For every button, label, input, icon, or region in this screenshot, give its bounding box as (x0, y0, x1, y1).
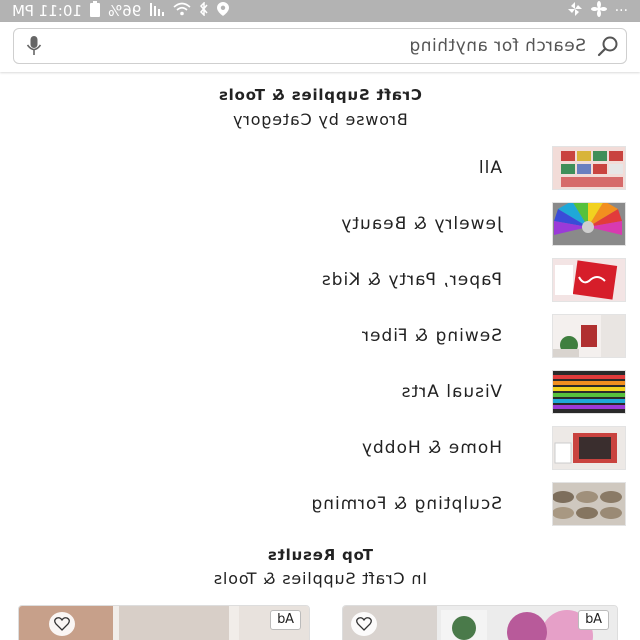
favorite-heart-icon[interactable] (49, 612, 75, 636)
category-label: Sculpting & Forming (310, 494, 502, 514)
category-item-all[interactable]: All (0, 140, 640, 196)
category-list: All Jewelry & Beauty Paper, Party & Kids… (0, 140, 640, 532)
search-icon[interactable] (590, 28, 626, 64)
category-label: Paper, Party & Kids (320, 270, 502, 290)
search-box[interactable] (13, 28, 627, 64)
category-item-visual-arts[interactable]: Visual Arts (0, 364, 640, 420)
category-label: Jewelry & Beauty (340, 214, 502, 234)
favorite-heart-icon[interactable] (351, 612, 377, 636)
search-input[interactable] (54, 36, 590, 56)
category-label: All (477, 158, 502, 178)
wifi-icon (173, 2, 191, 20)
screen: ··· 96% 10:11 PM Search for anything Cra… (0, 0, 640, 640)
category-header: Craft Supplies & Tools Browse by Categor… (0, 86, 640, 129)
top-results-title: Top Results (267, 546, 373, 564)
category-label: Visual Arts (400, 382, 502, 402)
category-thumbnail (552, 482, 626, 526)
category-thumbnail (552, 146, 626, 190)
overflow-dots-icon: ··· (614, 3, 628, 19)
status-bar: ··· 96% 10:11 PM (0, 0, 640, 22)
category-thumbnail (552, 258, 626, 302)
signal-icon (149, 2, 165, 20)
clock-time: 10:11 PM (12, 2, 82, 20)
microphone-icon[interactable] (14, 28, 54, 64)
category-label: Home & Hobby (360, 438, 502, 458)
category-item-jewelry-beauty[interactable]: Jewelry & Beauty (0, 196, 640, 252)
category-thumbnail (552, 314, 626, 358)
top-results-header: Top Results In Craft Supplies & Tools (0, 546, 640, 588)
top-results-subtitle: In Craft Supplies & Tools (213, 569, 427, 588)
pinwheel-icon (567, 1, 583, 21)
category-thumbnail (552, 370, 626, 414)
ad-badge: Ad (270, 610, 301, 630)
battery-percent: 96% (107, 2, 142, 20)
top-results-cards: Ad Ad (0, 605, 640, 640)
bluetooth-icon (199, 1, 209, 20)
page-title: Craft Supplies & Tools (218, 86, 422, 104)
category-item-sewing-fiber[interactable]: Sewing & Fiber (0, 308, 640, 364)
category-item-sculpting-forming[interactable]: Sculpting & Forming (0, 476, 640, 532)
result-card[interactable]: Ad (18, 605, 310, 640)
battery-icon (89, 1, 100, 21)
category-thumbnail (552, 426, 626, 470)
search-bar (0, 22, 640, 72)
category-item-paper-party-kids[interactable]: Paper, Party & Kids (0, 252, 640, 308)
category-thumbnail (552, 202, 626, 246)
category-label: Sewing & Fiber (360, 326, 502, 346)
category-item-home-hobby[interactable]: Home & Hobby (0, 420, 640, 476)
fan-icon (590, 1, 607, 21)
result-card[interactable]: Ad (342, 605, 618, 640)
ad-badge: Ad (578, 610, 609, 630)
page-subtitle: Browse by Category (232, 110, 408, 129)
location-icon (217, 2, 230, 20)
